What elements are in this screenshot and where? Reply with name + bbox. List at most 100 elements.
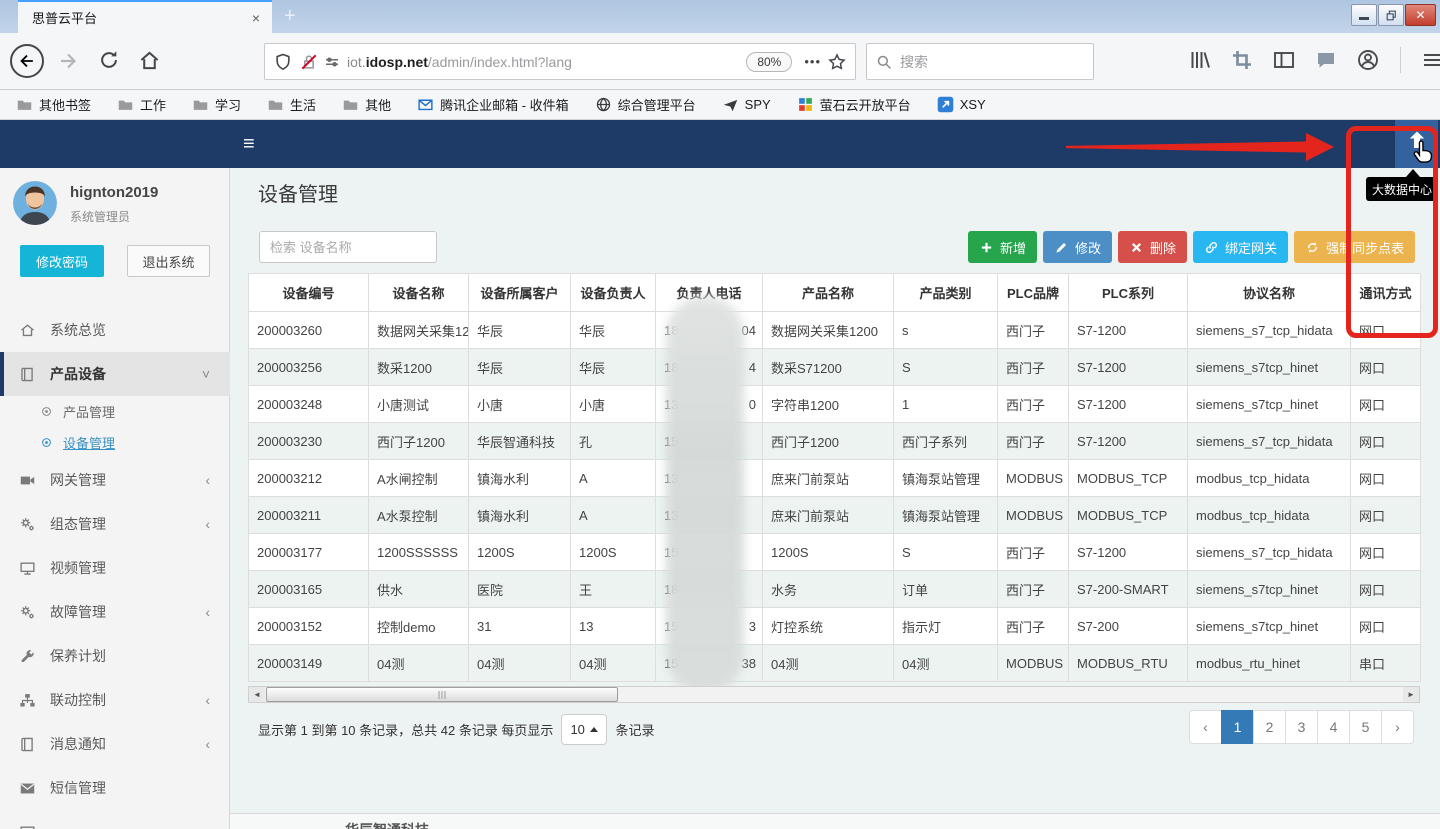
bookmark-star-icon[interactable]: [827, 52, 847, 72]
action-button-绑定网关[interactable]: 绑定网关: [1193, 231, 1288, 263]
bookmark-item[interactable]: 腾讯企业邮箱 - 收件箱: [417, 95, 569, 114]
library-icon[interactable]: [1188, 48, 1212, 72]
sidebar-item-label: 视频管理: [50, 558, 106, 578]
bookmark-item[interactable]: 其他: [342, 95, 391, 114]
page-actions-icon[interactable]: •••: [804, 54, 821, 69]
sidebar-item-视频管理[interactable]: 视频管理: [0, 546, 230, 590]
cell-customer: 镇海水利: [469, 460, 571, 497]
zoom-level-badge[interactable]: 80%: [746, 52, 792, 72]
back-button[interactable]: [10, 44, 44, 78]
refresh-button[interactable]: [98, 49, 120, 71]
page-button-1[interactable]: 1: [1221, 710, 1254, 744]
folder-icon: [267, 96, 284, 113]
table-row[interactable]: 200003260数据网关采集1200华辰华辰1804数据网关采集1200s西门…: [249, 312, 1421, 349]
sidebar-item-联动控制[interactable]: 联动控制‹: [0, 678, 230, 722]
browser-search-bar[interactable]: [866, 43, 1094, 80]
column-header-设备负责人[interactable]: 设备负责人: [571, 274, 656, 312]
page-button-3[interactable]: 3: [1285, 710, 1318, 744]
sidebar-toggle-icon[interactable]: ≡: [243, 131, 255, 157]
column-header-产品名称[interactable]: 产品名称: [763, 274, 894, 312]
sidebar-item-组态管理[interactable]: 组态管理‹: [0, 502, 230, 546]
url-text[interactable]: iot.idosp.net/admin/index.html?lang: [347, 54, 740, 70]
table-row[interactable]: 200003212A水闸控制镇海水利A13庶来门前泵站镇海泵站管理MODBUSM…: [249, 460, 1421, 497]
sidebar-item-保养计划[interactable]: 保养计划: [0, 634, 230, 678]
scroll-left-arrow[interactable]: ◄: [249, 687, 265, 702]
url-bar[interactable]: iot.idosp.net/admin/index.html?lang 80% …: [264, 43, 856, 80]
sidebar-item-产品设备[interactable]: 产品设备˅: [0, 352, 230, 396]
cell-category: 1: [894, 386, 998, 423]
horizontal-scrollbar[interactable]: ◄ ►: [248, 686, 1420, 703]
menu-hamburger-icon[interactable]: [1421, 49, 1440, 71]
screenshot-crop-icon[interactable]: [1230, 48, 1254, 72]
page-button-4[interactable]: 4: [1317, 710, 1350, 744]
bookmark-item[interactable]: 学习: [192, 95, 241, 114]
sidebar-item-故障管理[interactable]: 故障管理‹: [0, 590, 230, 634]
pagination-info-suffix: 条记录: [615, 720, 654, 739]
tracking-shield-icon[interactable]: [273, 52, 293, 72]
table-row[interactable]: 200003256数采1200华辰华辰184数采S71200S西门子S7-120…: [249, 349, 1421, 386]
action-button-新增[interactable]: 新增: [968, 231, 1037, 263]
column-header-通讯方式[interactable]: 通讯方式: [1351, 274, 1421, 312]
table-row[interactable]: 20000314904测04测04测153804测04测MODBUSMODBUS…: [249, 645, 1421, 682]
table-row[interactable]: 200003152控制demo3113153灯控系统指示灯西门子S7-200si…: [249, 608, 1421, 645]
window-minimize-button[interactable]: [1351, 4, 1377, 26]
sidebar-subitem-设备管理[interactable]: 设备管理: [0, 427, 230, 458]
window-restore-button[interactable]: [1378, 4, 1404, 26]
bookmark-item[interactable]: 综合管理平台: [595, 95, 696, 114]
action-button-删除[interactable]: 删除: [1118, 231, 1187, 263]
sidebar-item-短信管理[interactable]: 短信管理: [0, 766, 230, 810]
sidebar-item-系统总览[interactable]: 系统总览: [0, 308, 230, 352]
table-row[interactable]: 200003165供水医院王18水务订单西门子S7-200-SMARTsieme…: [249, 571, 1421, 608]
sidebar-item-clipped[interactable]: [0, 810, 230, 829]
logout-button[interactable]: 退出系统: [127, 245, 210, 277]
sidebar-subitem-label: 产品管理: [63, 402, 115, 421]
change-password-button[interactable]: 修改密码: [20, 245, 104, 277]
column-header-PLC品牌[interactable]: PLC品牌: [998, 274, 1069, 312]
new-tab-button[interactable]: +: [284, 4, 296, 28]
action-button-label: 修改: [1075, 238, 1101, 257]
device-search-input[interactable]: [259, 231, 437, 263]
sidebar-item-label: 短信管理: [50, 778, 106, 798]
cell-owner: 华辰: [571, 312, 656, 349]
column-header-设备编号[interactable]: 设备编号: [249, 274, 369, 312]
tab-close-icon[interactable]: ×: [248, 10, 264, 26]
window-close-button[interactable]: ✕: [1405, 4, 1436, 26]
column-header-设备所属客户[interactable]: 设备所属客户: [469, 274, 571, 312]
bookmark-item[interactable]: SPY: [722, 96, 771, 113]
table-row[interactable]: 200003211A水泵控制镇海水利A13庶来门前泵站镇海泵站管理MODBUSM…: [249, 497, 1421, 534]
table-row[interactable]: 200003230西门子1200华辰智通科技孔15西门子1200西门子系列西门子…: [249, 423, 1421, 460]
scroll-right-arrow[interactable]: ►: [1403, 687, 1419, 702]
insecure-lock-icon[interactable]: [299, 52, 319, 72]
scrollbar-thumb[interactable]: [266, 687, 618, 702]
bookmark-item[interactable]: 其他书签: [16, 95, 91, 114]
chat-bubble-icon[interactable]: [1314, 48, 1338, 72]
page-prev-button[interactable]: ‹: [1189, 710, 1222, 744]
home-button[interactable]: [138, 49, 161, 72]
table-row[interactable]: 200003248小唐测试小唐小唐130字符串12001西门子S7-1200si…: [249, 386, 1421, 423]
page-button-2[interactable]: 2: [1253, 710, 1286, 744]
action-button-修改[interactable]: 修改: [1043, 231, 1112, 263]
column-header-产品类别[interactable]: 产品类别: [894, 274, 998, 312]
bookmark-item[interactable]: 萤石云开放平台: [797, 95, 911, 114]
column-header-PLC系列[interactable]: PLC系列: [1069, 274, 1188, 312]
bookmark-item[interactable]: XSY: [937, 96, 986, 113]
table-row[interactable]: 2000031771200SSSSSS1200S1200S151200SS西门子…: [249, 534, 1421, 571]
sidebar-item-网关管理[interactable]: 网关管理‹: [0, 458, 230, 502]
page-next-button[interactable]: ›: [1381, 710, 1414, 744]
browser-tab[interactable]: 思普云平台 ×: [18, 0, 272, 33]
bookmark-item[interactable]: 生活: [267, 95, 316, 114]
forward-button[interactable]: [56, 49, 80, 73]
account-icon[interactable]: [1356, 48, 1380, 72]
bookmark-item[interactable]: 工作: [117, 95, 166, 114]
page-size-select[interactable]: 10: [561, 714, 607, 745]
sidebars-icon[interactable]: [1272, 48, 1296, 72]
book-icon: [19, 366, 36, 383]
column-header-设备名称[interactable]: 设备名称: [369, 274, 469, 312]
page-button-5[interactable]: 5: [1349, 710, 1382, 744]
browser-search-input[interactable]: [900, 54, 1050, 70]
action-button-强制同步点表[interactable]: 强制同步点表: [1294, 231, 1415, 263]
sidebar-subitem-产品管理[interactable]: 产品管理: [0, 396, 230, 427]
sidebar-item-消息通知[interactable]: 消息通知‹: [0, 722, 230, 766]
column-header-协议名称[interactable]: 协议名称: [1188, 274, 1351, 312]
permissions-icon[interactable]: [323, 53, 341, 71]
